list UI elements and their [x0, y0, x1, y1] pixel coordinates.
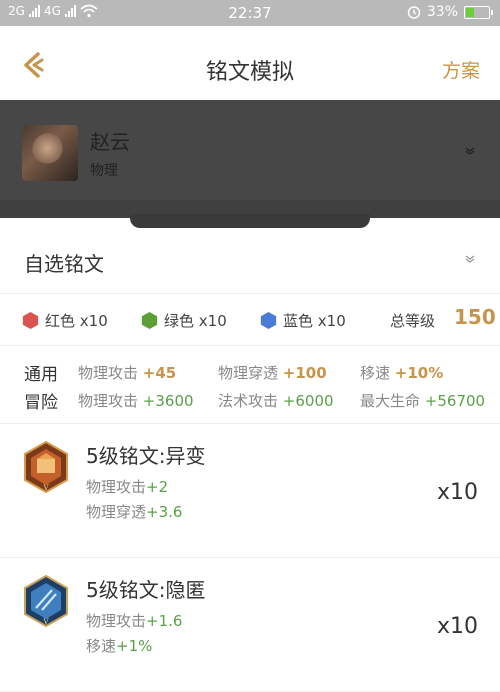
red-count-label: 红色 x10	[45, 312, 108, 330]
stat-cell: 物理攻击 +3600	[78, 392, 194, 410]
status-right: 33%	[407, 4, 493, 20]
inscription-count: x10	[436, 614, 478, 639]
hero-name: 赵云	[90, 130, 130, 154]
inscription-attr: 物理穿透+3.6	[86, 503, 183, 521]
custom-inscription-title: 自选铭文	[24, 252, 104, 276]
stats-panel: 通用 物理攻击 +45 物理穿透 +100 移速 +10% 冒险 物理攻击 +3…	[0, 346, 500, 424]
hero-type: 物理	[90, 163, 118, 179]
inscription-name: 5级铭文:隐匿	[86, 578, 206, 602]
stat-cell: 物理穿透 +100	[218, 364, 327, 382]
alarm-icon	[407, 6, 421, 19]
battery-icon	[464, 5, 493, 19]
hero-overlay-notch	[130, 214, 370, 228]
inscription-count: x10	[436, 480, 478, 505]
plan-button[interactable]: 方案	[442, 56, 480, 83]
nav-bar: 铭文模拟 方案	[0, 26, 500, 100]
stat-label: 冒险	[24, 393, 58, 413]
status-bar: 2G 4G 22:37 33%	[0, 0, 500, 26]
inscription-attr: 物理攻击+1.6	[86, 612, 183, 630]
inscription-item[interactable]: V 5级铭文:隐匿 物理攻击+1.6 移速+1% x10	[0, 558, 500, 692]
inscription-attr: 移速+1%	[86, 637, 153, 655]
stat-cell: 物理攻击 +45	[78, 364, 177, 382]
chevron-down-icon[interactable]	[464, 146, 476, 156]
svg-text:V: V	[42, 618, 49, 626]
total-level-label: 总等级	[390, 312, 436, 330]
green-hexagon-icon	[141, 312, 158, 329]
battery-percent: 33%	[426, 4, 458, 20]
stat-cell: 最大生命 +56700	[360, 392, 486, 410]
blue-count-label: 蓝色 x10	[283, 312, 346, 330]
green-count: 绿色 x10	[141, 310, 227, 331]
svg-text:V: V	[42, 484, 49, 492]
hero-avatar	[22, 125, 78, 181]
red-count: 红色 x10	[22, 310, 108, 331]
inscription-name: 5级铭文:异变	[86, 444, 206, 468]
inscription-badge-icon: V	[24, 440, 68, 494]
inscription-attr: 物理攻击+2	[86, 478, 169, 496]
chevron-down-icon[interactable]	[464, 254, 476, 264]
inscription-badge-icon: V	[24, 574, 68, 628]
stat-cell: 法术攻击 +6000	[218, 392, 334, 410]
page-title: 铭文模拟	[205, 60, 294, 85]
green-count-label: 绿色 x10	[164, 312, 227, 330]
blue-count: 蓝色 x10	[260, 310, 346, 331]
blue-hexagon-icon	[260, 312, 277, 329]
total-level-value: 150	[454, 305, 496, 329]
stat-row-adventure: 冒险 物理攻击 +3600 法术攻击 +6000 最大生命 +56700	[0, 384, 500, 414]
color-summary: 红色 x10 绿色 x10 蓝色 x10 总等级 150	[0, 294, 500, 346]
inscription-item[interactable]: V 5级铭文:异变 物理攻击+2 物理穿透+3.6 x10	[0, 424, 500, 558]
stat-cell: 移速 +10%	[360, 364, 444, 382]
stat-label: 通用	[24, 365, 58, 385]
red-hexagon-icon	[22, 312, 39, 329]
custom-inscription-row[interactable]: 自选铭文	[0, 228, 500, 294]
stat-row-general: 通用 物理攻击 +45 物理穿透 +100 移速 +10%	[0, 356, 500, 386]
